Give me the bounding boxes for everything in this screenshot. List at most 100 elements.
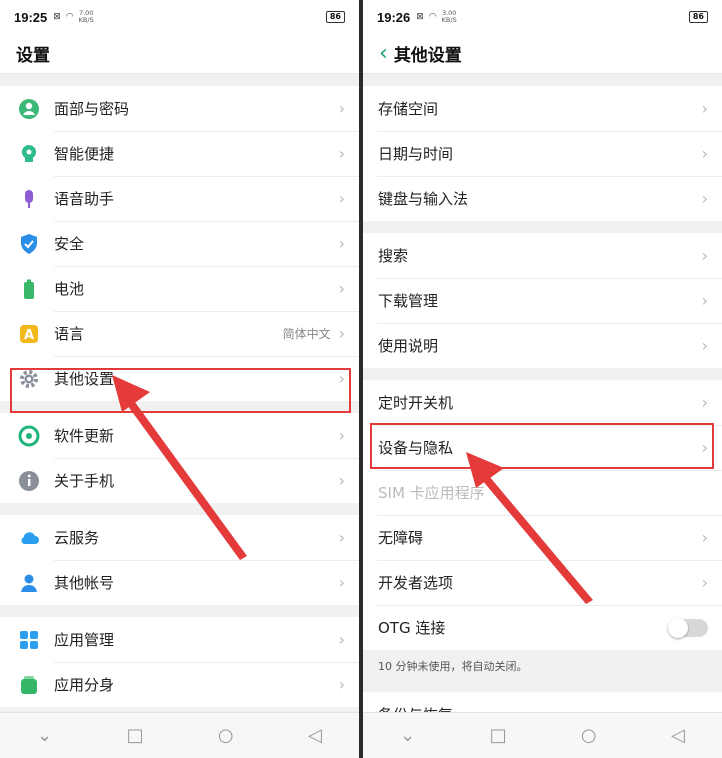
settings-row[interactable]: 日期与时间 ›: [363, 131, 722, 176]
row-label: SIM 卡应用程序: [378, 484, 485, 502]
settings-row[interactable]: 关于手机 ›: [0, 458, 359, 503]
toggle-knob: [668, 617, 688, 638]
chevron-right-icon: ›: [338, 144, 345, 163]
settings-row[interactable]: 应用分身 ›: [0, 662, 359, 707]
face-password-icon: [18, 98, 40, 120]
settings-row[interactable]: 使用说明 ›: [363, 323, 722, 368]
settings-row: SIM 卡应用程序: [363, 470, 722, 515]
back-arrow-icon[interactable]: ‹: [379, 42, 388, 65]
row-label: 下载管理: [378, 292, 439, 310]
settings-row[interactable]: 其他设置 ›: [0, 356, 359, 401]
row-label: 搜索: [378, 247, 409, 265]
settings-row[interactable]: 定时开关机 ›: [363, 380, 722, 425]
status-time: 19:25: [14, 9, 48, 25]
settings-row[interactable]: 其他帐号 ›: [0, 560, 359, 605]
back-button[interactable]: ◁: [308, 725, 322, 746]
info-icon: [18, 470, 40, 492]
row-label: 安全: [54, 235, 85, 253]
row-label: 其他帐号: [54, 574, 115, 592]
row-label: 应用管理: [54, 631, 115, 649]
chevron-right-icon: ›: [338, 630, 345, 649]
language-icon: A: [18, 323, 40, 345]
row-label: 存储空间: [378, 100, 439, 118]
chevron-right-icon: ›: [338, 189, 345, 208]
collapse-chevron-icon[interactable]: ⌄: [400, 725, 415, 746]
chevron-right-icon: ›: [338, 573, 345, 592]
chevron-right-icon: ›: [338, 99, 345, 118]
nav-bar: ⌄ □ ○ ◁: [0, 712, 359, 758]
cloud-icon: [18, 527, 40, 549]
page-title: 其他设置: [393, 46, 462, 66]
chevron-right-icon: ›: [701, 99, 708, 118]
settings-row[interactable]: 开发者选项 ›: [363, 560, 722, 605]
collapse-chevron-icon[interactable]: ⌄: [37, 725, 52, 746]
chevron-right-icon: ›: [701, 144, 708, 163]
settings-row[interactable]: 语音助手 ›: [0, 176, 359, 221]
page-header: ‹ 其他设置: [363, 34, 722, 74]
chevron-right-icon: ›: [701, 291, 708, 310]
settings-row[interactable]: 存储空间 ›: [363, 86, 722, 131]
settings-row[interactable]: 软件更新 ›: [0, 413, 359, 458]
home-button[interactable]: ○: [581, 725, 597, 746]
home-button[interactable]: ○: [218, 725, 234, 746]
settings-row[interactable]: 无障碍 ›: [363, 515, 722, 560]
chevron-right-icon: ›: [338, 324, 345, 343]
row-label: 软件更新: [54, 427, 115, 445]
notification-icon: ⊠: [416, 12, 424, 22]
chevron-right-icon: ›: [701, 573, 708, 592]
settings-group: 面部与密码 › 智能便捷 › 语音助手 › 安全 › 电池 › A 语言 简体中文 › 其他设置 ›: [0, 86, 359, 401]
row-label: 设备与隐私: [378, 439, 454, 457]
notification-icon: ⊠: [53, 12, 61, 22]
network-speed: 3.00 KB/S: [441, 9, 457, 24]
recent-apps-button[interactable]: □: [490, 725, 507, 746]
chevron-right-icon: ›: [701, 393, 708, 412]
page-title: 设置: [16, 46, 50, 66]
app-management-icon: [18, 629, 40, 651]
account-icon: [18, 572, 40, 594]
settings-row[interactable]: 应用管理 ›: [0, 617, 359, 662]
battery-indicator: 86: [688, 11, 708, 23]
chevron-right-icon: ›: [701, 336, 708, 355]
chevron-right-icon: ›: [338, 369, 345, 388]
row-label: 其他设置: [54, 370, 115, 388]
chevron-right-icon: ›: [338, 528, 345, 547]
row-value: 简体中文: [282, 327, 331, 341]
row-label: 应用分身: [54, 676, 115, 694]
status-bar: 19:26 ⊠ ◠ 3.00 KB/S 86: [363, 0, 722, 34]
chevron-right-icon: ›: [338, 426, 345, 445]
settings-row[interactable]: 云服务 ›: [0, 515, 359, 560]
software-update-icon: [18, 425, 40, 447]
row-label: 语言: [54, 325, 85, 343]
settings-row[interactable]: 电池 ›: [0, 266, 359, 311]
settings-row[interactable]: 安全 ›: [0, 221, 359, 266]
battery-icon: [18, 278, 40, 300]
recent-apps-button[interactable]: □: [127, 725, 144, 746]
smart-assist-icon: [18, 143, 40, 165]
settings-row[interactable]: OTG 连接: [363, 605, 722, 650]
otg-toggle[interactable]: [668, 617, 708, 638]
settings-row[interactable]: A 语言 简体中文 ›: [0, 311, 359, 356]
settings-row[interactable]: 面部与密码 ›: [0, 86, 359, 131]
page-header: 设置: [0, 34, 359, 74]
settings-row[interactable]: 键盘与输入法 ›: [363, 176, 722, 221]
wifi-icon: ◠: [428, 12, 437, 22]
row-label: 日期与时间: [378, 145, 454, 163]
settings-group: 搜索 › 下载管理 › 使用说明 ›: [363, 233, 722, 368]
row-label: 智能便捷: [54, 145, 115, 163]
right-phone-screen: 19:26 ⊠ ◠ 3.00 KB/S 86 ‹ 其他设置 存储空间 › 日期与时间 ›…: [363, 0, 722, 758]
row-label: 定时开关机: [378, 394, 454, 412]
chevron-right-icon: ›: [338, 471, 345, 490]
settings-row[interactable]: 下载管理 ›: [363, 278, 722, 323]
app-clone-icon: [18, 674, 40, 696]
row-label: 语音助手: [54, 190, 115, 208]
settings-row[interactable]: 设备与隐私 ›: [363, 425, 722, 470]
settings-row[interactable]: 搜索 ›: [363, 233, 722, 278]
settings-group: 定时开关机 › 设备与隐私 › SIM 卡应用程序无障碍 › 开发者选项 › OTG 连接: [363, 380, 722, 650]
back-button[interactable]: ◁: [671, 725, 685, 746]
otg-note: 10 分钟未使用，将自动关闭。: [363, 650, 722, 684]
row-label: OTG 连接: [378, 619, 446, 637]
gear-icon: [18, 368, 40, 390]
settings-row[interactable]: 智能便捷 ›: [0, 131, 359, 176]
chevron-right-icon: ›: [701, 438, 708, 457]
row-label: 开发者选项: [378, 574, 454, 592]
